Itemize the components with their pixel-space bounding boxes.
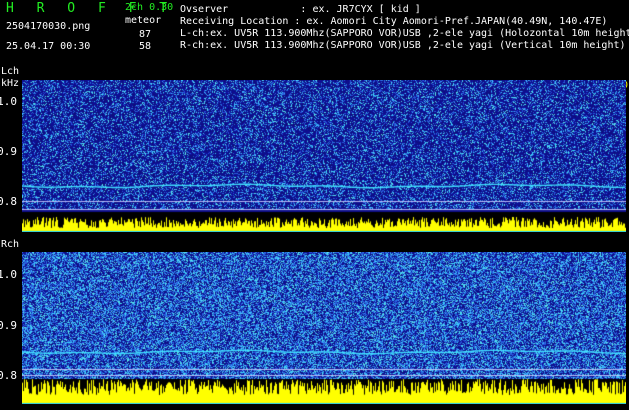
rch-ytick-0-9: 0.9	[0, 319, 17, 332]
meteor-count-lch: 87	[139, 29, 152, 40]
lch-label: Lch	[1, 66, 20, 77]
rch-waterfall	[22, 252, 626, 404]
lch-ytick-0-8: 0.8	[0, 195, 17, 208]
rch-label: Rch	[1, 239, 20, 250]
lch-ytick-1-0: 1.0	[0, 95, 17, 108]
lch-unit-label: kHz	[1, 78, 20, 89]
lch-waterfall	[22, 80, 626, 232]
capture-datetime: 25.04.17 00:30	[6, 41, 91, 52]
image-filename: 2504170030.png	[6, 21, 91, 32]
location-info: Receiving Location : ex. Aomori City Aom…	[180, 16, 608, 27]
lch-receiver-info: L-ch:ex. UV5R 113.900Mhz(SAPPORO VOR)USB…	[180, 28, 629, 39]
rch-receiver-info: R-ch:ex. UV5R 113.900Mhz(SAPPORO VOR)USB…	[180, 40, 626, 51]
rch-ytick-1-0: 1.0	[0, 268, 17, 281]
meteor-count-rch: 58	[139, 41, 152, 52]
lch-ytick-0-9: 0.9	[0, 145, 17, 158]
channel-mode: 2ch 0.30	[125, 2, 174, 13]
meteor-label: meteor	[125, 15, 162, 26]
rch-ytick-0-8: 0.8	[0, 369, 17, 382]
observer-info: Ovserver : ex. JR7CYX [ kid ]	[180, 4, 421, 15]
